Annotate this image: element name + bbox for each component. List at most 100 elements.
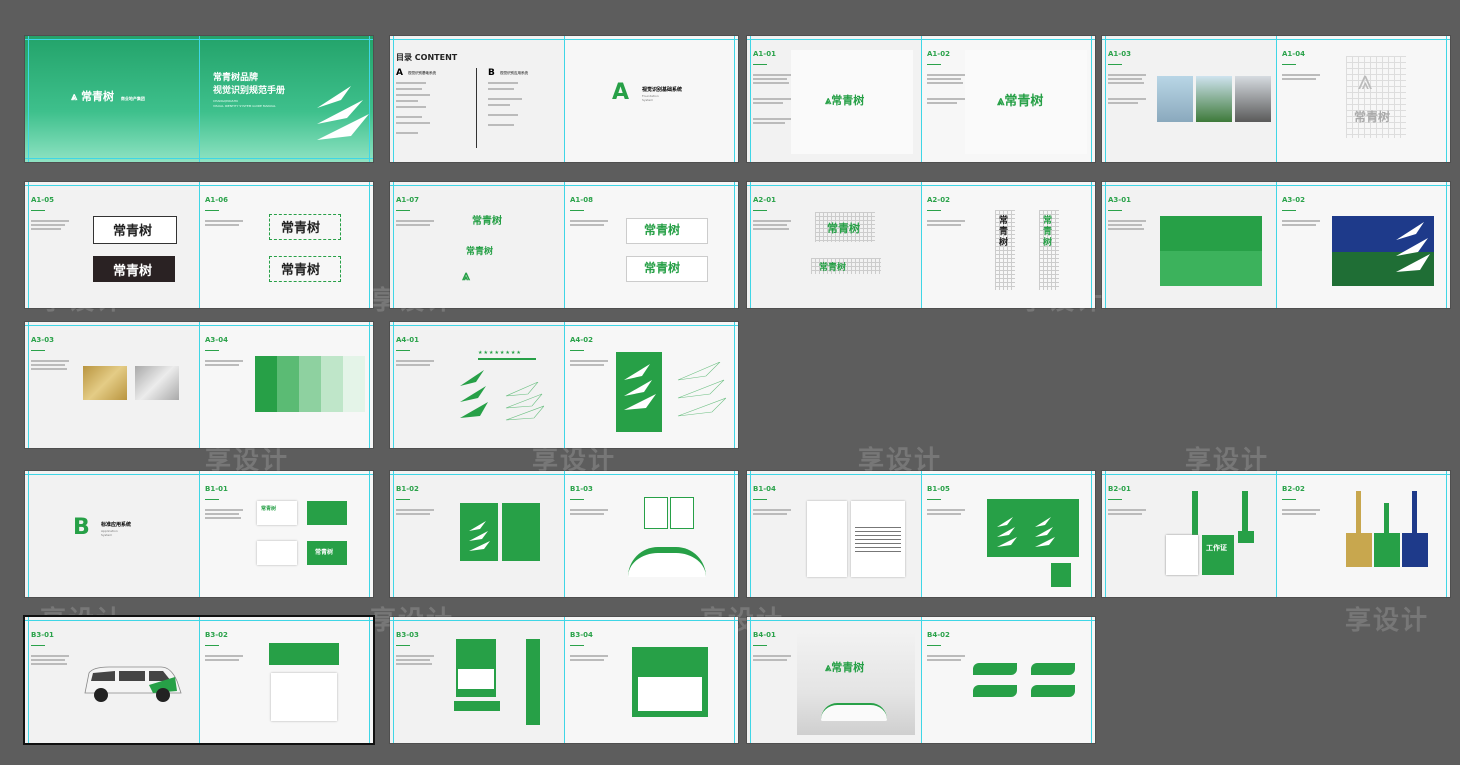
photo-building [1157, 76, 1193, 122]
page-code: B1-04 [753, 485, 776, 493]
spread-section-b[interactable]: B 标准应用系统 Application System B1-01 常青树 常青… [25, 471, 373, 597]
page-code: B3-02 [205, 631, 228, 639]
logo-grid: 常青树 [827, 222, 860, 235]
cover-logo: ⩓ 常青树 商业地产集团 [71, 90, 145, 103]
cover-en-1: CHANGQINGSHU [213, 99, 239, 103]
spread-b3-01[interactable]: B3-01 B3-02 [25, 617, 373, 743]
logo-vertical: 常青树 [999, 216, 1009, 248]
logo-mark-icon: ⩓ [71, 90, 78, 103]
toc-title: 目录 CONTENT [396, 53, 458, 62]
color-swatch-silver [135, 366, 179, 400]
spread-a1-05[interactable]: A1-05 常青树 常青树 A1-06 常青树 常青树 [25, 182, 373, 308]
ad-board-inner [638, 677, 702, 711]
page-code: B1-02 [396, 485, 419, 493]
page-toc: 目录 CONTENT A 视觉识别基础系统 B 视觉识别应用系统 [390, 36, 564, 162]
photo-tree [1196, 76, 1232, 122]
leaf-graphic [624, 364, 656, 410]
logo-mark-icon: ⩓ [462, 268, 470, 284]
id-card [1166, 535, 1198, 575]
cover-leaf-graphic [317, 86, 369, 140]
van-vehicle [84, 666, 182, 702]
logo-vertical: 常青树 [1043, 216, 1053, 248]
section-b-title: 标准应用系统 [101, 522, 132, 528]
lanyard-strap [1242, 491, 1248, 531]
toc-b-letter: B [488, 68, 495, 78]
spread-a1-03[interactable]: A1-03 A1-04 常青树 ⩓ [1102, 36, 1450, 162]
logo: 常青树 [315, 549, 334, 556]
spread-b2-01[interactable]: B2-01 工作证 B2-02 [1102, 471, 1450, 597]
logo-white: 常青树 [113, 264, 153, 279]
table-stand [454, 701, 500, 711]
billboard [269, 643, 339, 665]
bag-mockup [1051, 563, 1071, 587]
leaf-outline [505, 382, 544, 421]
logo: ⩓常青树 [825, 94, 865, 107]
cup-sleeve [670, 497, 694, 529]
section-a-letter: A [612, 80, 630, 105]
spread-a1-01[interactable]: A1-01 ⩓常青树 A1-02 ⩓常青树 [747, 36, 1095, 162]
sign-plate [973, 685, 1017, 697]
page-code: A4-02 [570, 336, 593, 344]
page-code: A1-05 [31, 196, 54, 204]
spread-b3-03[interactable]: B3-03 B3-04 [390, 617, 738, 743]
sign-plate [1031, 663, 1075, 675]
page-code: A3-03 [31, 336, 54, 344]
spread-a2-01[interactable]: A2-01 常青树 常青树 A2-02 常青树 常青树 [747, 182, 1095, 308]
spread-a4-01[interactable]: A4-01 ★★★★★★★★ A4-02 [390, 322, 738, 448]
page-code: B4-02 [927, 631, 950, 639]
envelope-back [502, 503, 540, 561]
leaf-graphic [1396, 222, 1430, 272]
page-code: B3-03 [396, 631, 419, 639]
leaf-graphic [469, 521, 490, 551]
lanyard-gold [1356, 491, 1361, 535]
logo: ⩓常青树 [997, 94, 1044, 109]
logo-grid [1346, 56, 1406, 138]
tint-1 [255, 356, 277, 412]
sign-plate [1031, 685, 1075, 697]
badge-green [1374, 533, 1400, 567]
photo-city [1235, 76, 1271, 122]
leaf-graphic [997, 517, 1055, 547]
toc-a-title: 视觉识别基础系统 [408, 71, 436, 75]
cover-title-2: 视觉识别规范手册 [213, 86, 286, 96]
poster [271, 673, 337, 721]
page-code: A3-01 [1108, 196, 1131, 204]
section-b-en2: System [101, 533, 113, 537]
page-code: A3-02 [1282, 196, 1305, 204]
spread-toc[interactable]: 目录 CONTENT A 视觉识别基础系统 B 视觉识别应用系统 A 视觉识别基… [390, 36, 738, 162]
spread-cover[interactable]: ⩓ 常青树 商业地产集团 常青树品牌 视觉识别规范手册 CHANGQINGSHU… [25, 36, 373, 162]
section-b-letter: B [73, 515, 90, 540]
spread-b1-04[interactable]: B1-04 B1-05 [747, 471, 1095, 597]
sign-plate [973, 663, 1017, 675]
logo-variant: 常青树 [644, 223, 681, 237]
page-code: B2-02 [1282, 485, 1305, 493]
id-card-label: 工作证 [1206, 544, 1227, 552]
leaf-graphic [460, 370, 488, 418]
logo-mark-icon: ⩓ [1358, 66, 1373, 96]
tint-3 [299, 356, 321, 412]
spread-a3-03[interactable]: A3-03 A3-04 [25, 322, 373, 448]
logo-clearspace: 常青树 [281, 221, 321, 236]
logo-grid: 常青树 [819, 263, 847, 273]
page-code: B4-01 [753, 631, 776, 639]
spread-a1-07[interactable]: A1-07 常青树 常青树 ⩓ A1-08 常青树 常青树 [390, 182, 738, 308]
spread-b4-01[interactable]: B4-01 ⩓常青树 B4-02 [747, 617, 1095, 743]
cup-unfold [628, 547, 706, 577]
color-swatch-green [1160, 216, 1262, 286]
leaf-outline [677, 362, 726, 417]
badge-small [1238, 531, 1254, 543]
id-card [1202, 535, 1234, 575]
spread-b1-02[interactable]: B1-02 B1-03 [390, 471, 738, 597]
tint-2 [277, 356, 299, 412]
cover-en-2: VISUAL IDENTITY SYSTEM GUIDE MANUAL [213, 104, 276, 108]
business-card-front [257, 541, 297, 565]
page-code: A1-04 [1282, 50, 1305, 58]
lanyard-strap [1192, 491, 1198, 537]
lanyard-green [1384, 503, 1389, 535]
page-code: B1-05 [927, 485, 950, 493]
toc-b-title: 视觉识别应用系统 [500, 71, 528, 75]
page-section-a: A 视觉识别基础系统 Foundation System [564, 36, 738, 162]
tint-4 [321, 356, 343, 412]
watermark: 享设计 [1345, 606, 1430, 636]
spread-a3-01[interactable]: A3-01 A3-02 [1102, 182, 1450, 308]
